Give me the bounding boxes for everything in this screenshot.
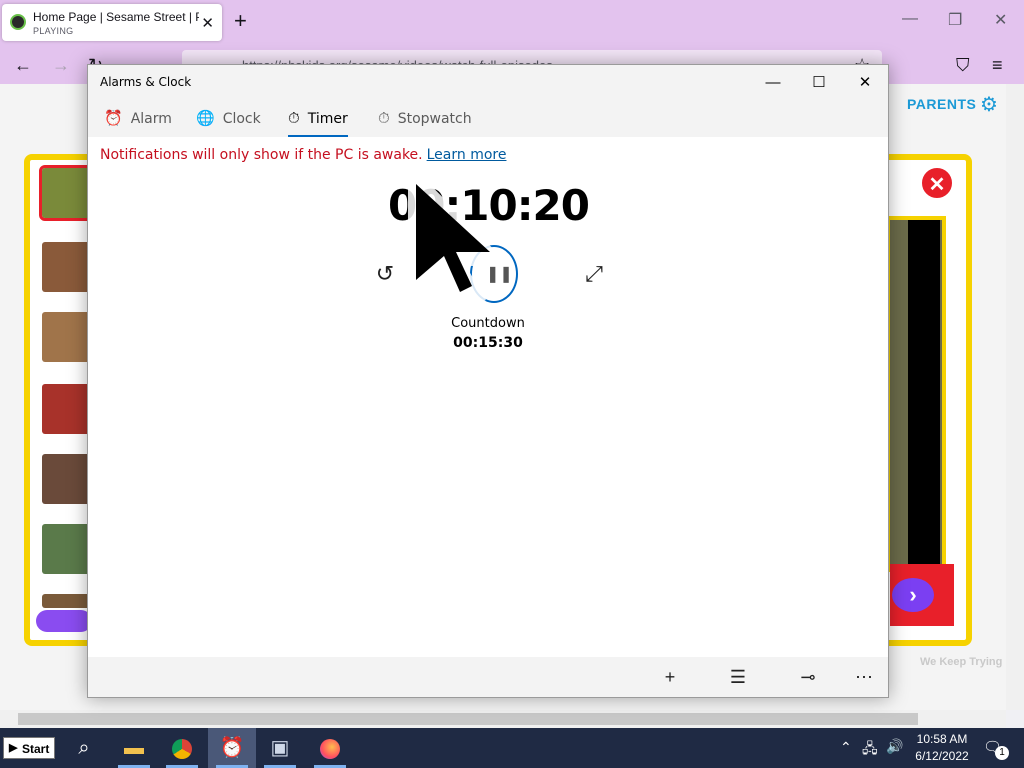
tab-stopwatch-label: Stopwatch: [397, 111, 472, 127]
vertical-scrollbar[interactable]: [1006, 84, 1024, 710]
notice-text: Notifications will only show if the PC i…: [100, 147, 423, 163]
next-video-button[interactable]: ›: [890, 564, 954, 626]
video-thumbnail[interactable]: [42, 312, 90, 362]
settings-gear-icon[interactable]: ⚙: [980, 92, 998, 117]
tab-clock[interactable]: 🌐 Clock: [196, 109, 261, 135]
forward-icon[interactable]: →: [52, 55, 70, 76]
photos-icon[interactable]: ▣: [256, 728, 304, 768]
app-command-bar: + ☰ ⊸ ⋯: [88, 657, 888, 697]
taskbar-date[interactable]: 6/12/2022: [912, 749, 972, 763]
tab-playing-status: PLAYING: [33, 26, 74, 36]
tab-close-icon[interactable]: ✕: [201, 14, 214, 32]
reset-icon[interactable]: ↺: [372, 261, 398, 287]
app-title-bar[interactable]: Alarms & Clock — ☐ ✕: [88, 65, 888, 99]
keep-trying-text: We Keep Trying: [920, 656, 1003, 668]
video-letterbox: [908, 220, 940, 568]
taskbar-time[interactable]: 10:58 AM: [912, 732, 972, 746]
close-icon[interactable]: ✕: [842, 71, 888, 95]
show-hidden-icons-icon[interactable]: ⌃: [840, 739, 852, 756]
app-tabs: ⏰ Alarm 🌐 Clock ⏱ Timer ⏱ Stopwatch: [88, 99, 888, 137]
globe-clock-icon: 🌐: [196, 109, 215, 127]
new-tab-icon[interactable]: +: [234, 9, 247, 33]
chrome-icon[interactable]: [158, 728, 206, 768]
browser-tab-bar: Home Page | Sesame Street | PBS PLAYING …: [0, 0, 1024, 46]
firefox-icon[interactable]: [306, 728, 354, 768]
tab-timer-label: Timer: [307, 111, 348, 127]
timer-name: Countdown: [451, 316, 525, 331]
mouse-cursor-icon: [408, 162, 510, 310]
stopwatch-icon: ⏱: [378, 109, 390, 127]
video-thumbnail[interactable]: [42, 524, 90, 574]
pin-icon[interactable]: ⊸: [794, 665, 822, 689]
tab-stopwatch[interactable]: ⏱ Stopwatch: [378, 109, 472, 135]
timer-duration: 00:15:30: [453, 335, 523, 351]
select-timers-icon[interactable]: ☰: [724, 665, 752, 689]
chevron-right-icon: ›: [892, 578, 934, 612]
tab-title: Home Page | Sesame Street | PBS: [33, 10, 199, 24]
minimize-icon[interactable]: —: [750, 71, 796, 95]
maximize-icon[interactable]: ☐: [796, 71, 842, 95]
browser-tab[interactable]: Home Page | Sesame Street | PBS PLAYING …: [2, 4, 222, 41]
tab-clock-label: Clock: [222, 111, 261, 127]
add-timer-icon[interactable]: +: [656, 665, 684, 689]
notification-count-badge: 1: [995, 746, 1009, 760]
video-thumbnail[interactable]: [42, 242, 90, 292]
more-options-icon[interactable]: ⋯: [850, 665, 878, 689]
video-thumbnail[interactable]: [42, 454, 90, 504]
network-icon[interactable]: 🖧: [862, 738, 878, 762]
browser-close-icon[interactable]: ✕: [994, 10, 1007, 30]
start-button[interactable]: ▶ Start: [3, 737, 55, 759]
parents-link[interactable]: PARENTS: [907, 96, 976, 112]
video-thumbnail[interactable]: [42, 384, 90, 434]
pocket-icon[interactable]: ⛉: [956, 55, 970, 76]
video-frame[interactable]: [886, 216, 946, 572]
alarms-clock-taskbar-icon[interactable]: ⏰: [208, 728, 256, 768]
start-label: Start: [22, 742, 50, 756]
video-thumbnail[interactable]: [39, 165, 93, 221]
timer-icon: ⏱: [288, 109, 300, 127]
search-icon[interactable]: ⌕: [60, 728, 108, 768]
app-title: Alarms & Clock: [100, 75, 192, 89]
menu-icon[interactable]: ≡: [992, 55, 1003, 76]
purple-button[interactable]: [36, 610, 92, 632]
browser-restore-icon[interactable]: ❐: [948, 10, 962, 30]
browser-minimize-icon[interactable]: —: [902, 10, 918, 28]
volume-icon[interactable]: 🔊: [886, 738, 903, 755]
tab-alarm[interactable]: ⏰ Alarm: [104, 109, 172, 135]
alarm-icon: ⏰: [104, 109, 123, 127]
video-thumbnail[interactable]: [42, 594, 90, 608]
expand-icon[interactable]: ⤢: [581, 261, 607, 287]
horizontal-scrollbar[interactable]: [0, 710, 1006, 728]
horizontal-scroll-thumb[interactable]: [18, 713, 918, 725]
tab-timer[interactable]: ⏱ Timer: [288, 109, 348, 137]
file-explorer-icon[interactable]: ▬: [110, 728, 158, 768]
pbs-kids-favicon-icon: [10, 14, 26, 30]
taskbar: ▶ Start ⌕ ▬ ⏰ ▣ ⌃ 🖧 🔊 10:58 AM 6/12/2022…: [0, 728, 1024, 768]
back-icon[interactable]: ←: [14, 55, 32, 76]
close-video-icon[interactable]: ✕: [920, 166, 954, 200]
tab-alarm-label: Alarm: [130, 111, 172, 127]
start-arrow-icon: ▶: [9, 742, 18, 754]
